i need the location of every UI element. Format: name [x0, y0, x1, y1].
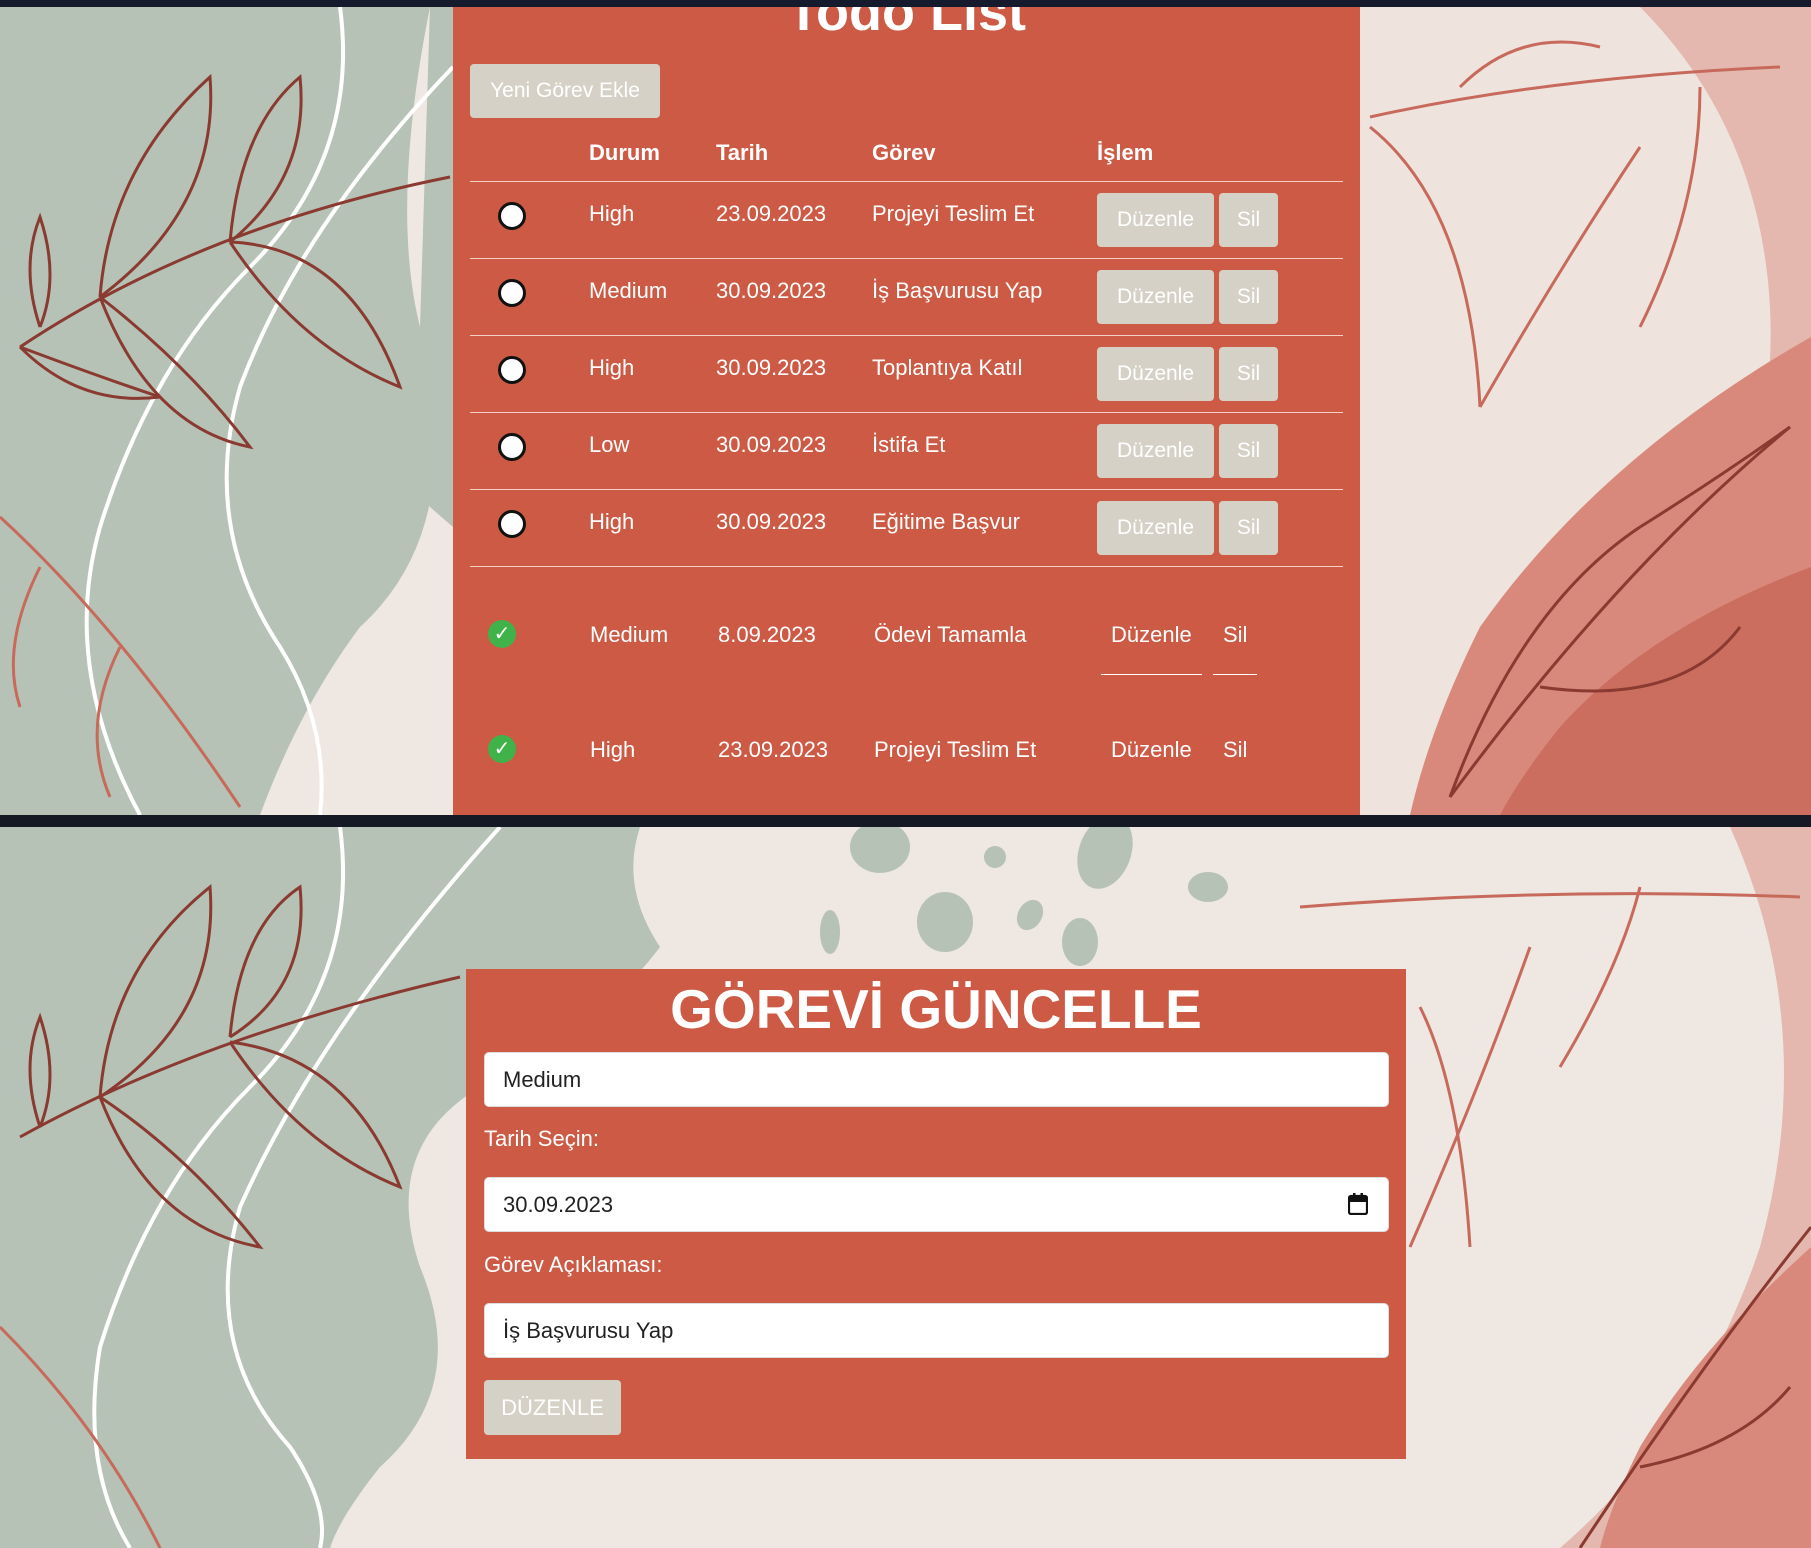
date-input[interactable]: 30.09.2023 — [484, 1177, 1389, 1232]
edit-button[interactable]: Düzenle — [1097, 346, 1214, 401]
add-task-button[interactable]: Yeni Görev Ekle — [470, 64, 660, 118]
header-gorev: Görev — [872, 125, 1097, 182]
calendar-icon[interactable] — [1348, 1193, 1368, 1215]
delete-button[interactable]: Sil — [1219, 192, 1278, 247]
actions-cell: Düzenle Sil — [1097, 181, 1343, 259]
actions-cell: Düzenle Sil — [1097, 258, 1343, 336]
edit-button[interactable]: Düzenle — [1097, 500, 1214, 555]
page-title: Todo List — [787, 7, 1026, 42]
actions-cell: Düzenle Sil — [1097, 335, 1343, 413]
table-header-row: Durum Tarih Görev İşlem — [470, 125, 1343, 182]
header-tarih: Tarih — [716, 125, 872, 182]
task-cell: İş Başvurusu Yap — [872, 258, 1097, 336]
checkmark-icon: ✓ — [488, 620, 516, 648]
complete-radio[interactable] — [498, 509, 526, 538]
todo-panel: Todo List Yeni Görev Ekle Durum Tarih Gö… — [453, 7, 1360, 815]
edit-link[interactable]: Düzenle — [1101, 622, 1202, 675]
form-title: GÖREVİ GÜNCELLE — [670, 978, 1202, 1040]
date-cell: 30.09.2023 — [716, 412, 872, 490]
delete-link[interactable]: Sil — [1223, 737, 1247, 763]
edit-link[interactable]: Düzenle — [1111, 737, 1192, 763]
complete-radio[interactable] — [498, 432, 526, 461]
complete-radio[interactable] — [498, 355, 526, 384]
priority-input[interactable]: Medium — [484, 1052, 1389, 1107]
edit-button[interactable]: Düzenle — [1097, 192, 1214, 247]
task-cell: Toplantıya Katıl — [872, 335, 1097, 413]
edit-button[interactable]: Düzenle — [1097, 423, 1214, 478]
task-cell: İstifa Et — [872, 412, 1097, 490]
screenshot-divider — [0, 815, 1811, 827]
completed-row: ✓ Medium 8.09.2023 Ödevi Tamamla Düzenle… — [453, 606, 1360, 675]
task-cell: Projeyi Teslim Et — [872, 181, 1097, 259]
update-form-panel: GÖREVİ GÜNCELLE Medium Tarih Seçin: 30.0… — [466, 969, 1406, 1459]
header-islem: İşlem — [1097, 125, 1343, 182]
complete-radio[interactable] — [498, 278, 526, 307]
table-row: High 30.09.2023 Eğitime Başvur Düzenle Si… — [470, 489, 1343, 567]
priority-cell: Medium — [590, 622, 669, 647]
priority-cell: Low — [589, 412, 716, 490]
update-submit-button[interactable]: DÜZENLE — [484, 1380, 621, 1435]
header-checkbox-col — [470, 125, 589, 182]
priority-cell: High — [589, 489, 716, 567]
window-top-bar — [0, 0, 1811, 7]
date-cell: 30.09.2023 — [716, 335, 872, 413]
description-label: Görev Açıklaması: — [484, 1252, 663, 1277]
complete-radio[interactable] — [498, 201, 526, 230]
task-cell: Eğitime Başvur — [872, 489, 1097, 567]
header-durum: Durum — [589, 125, 716, 182]
checkmark-icon: ✓ — [488, 735, 516, 763]
table-row: High 23.09.2023 Projeyi Teslim Et Düzenl… — [470, 181, 1343, 259]
date-cell: 8.09.2023 — [718, 622, 816, 647]
completed-row: ✓ High 23.09.2023 Projeyi Teslim Et Düze… — [453, 721, 1360, 781]
priority-cell: High — [589, 181, 716, 259]
date-cell: 30.09.2023 — [716, 258, 872, 336]
table-row: High 30.09.2023 Toplantıya Katıl Düzenle… — [470, 335, 1343, 413]
task-cell: Projeyi Teslim Et — [874, 737, 1037, 762]
priority-cell: High — [590, 737, 636, 762]
delete-button[interactable]: Sil — [1219, 269, 1278, 324]
date-cell: 30.09.2023 — [716, 489, 872, 567]
edit-button[interactable]: Düzenle — [1097, 269, 1214, 324]
table-row: Medium 30.09.2023 İş Başvurusu Yap Düzen… — [470, 258, 1343, 336]
delete-button[interactable]: Sil — [1219, 500, 1278, 555]
date-label: Tarih Seçin: — [484, 1126, 599, 1151]
delete-button[interactable]: Sil — [1219, 423, 1278, 478]
priority-cell: High — [589, 335, 716, 413]
delete-link[interactable]: Sil — [1213, 622, 1258, 675]
update-task-screen: GÖREVİ GÜNCELLE Medium Tarih Seçin: 30.0… — [0, 827, 1811, 1548]
table-row: Low 30.09.2023 İstifa Et Düzenle Sil — [470, 412, 1343, 490]
date-value: 30.09.2023 — [503, 1192, 614, 1217]
date-cell: 23.09.2023 — [716, 181, 872, 259]
actions-cell: Düzenle Sil — [1097, 412, 1343, 490]
description-input[interactable]: İş Başvurusu Yap — [484, 1303, 1389, 1358]
priority-cell: Medium — [589, 258, 716, 336]
actions-cell: Düzenle Sil — [1097, 489, 1343, 567]
task-cell: Ödevi Tamamla — [874, 622, 1027, 647]
todo-table: Durum Tarih Görev İşlem High 23.09.2023 … — [470, 125, 1343, 567]
todo-list-screen: Todo List Yeni Görev Ekle Durum Tarih Gö… — [0, 7, 1811, 815]
delete-button[interactable]: Sil — [1219, 346, 1278, 401]
date-cell: 23.09.2023 — [718, 737, 829, 762]
